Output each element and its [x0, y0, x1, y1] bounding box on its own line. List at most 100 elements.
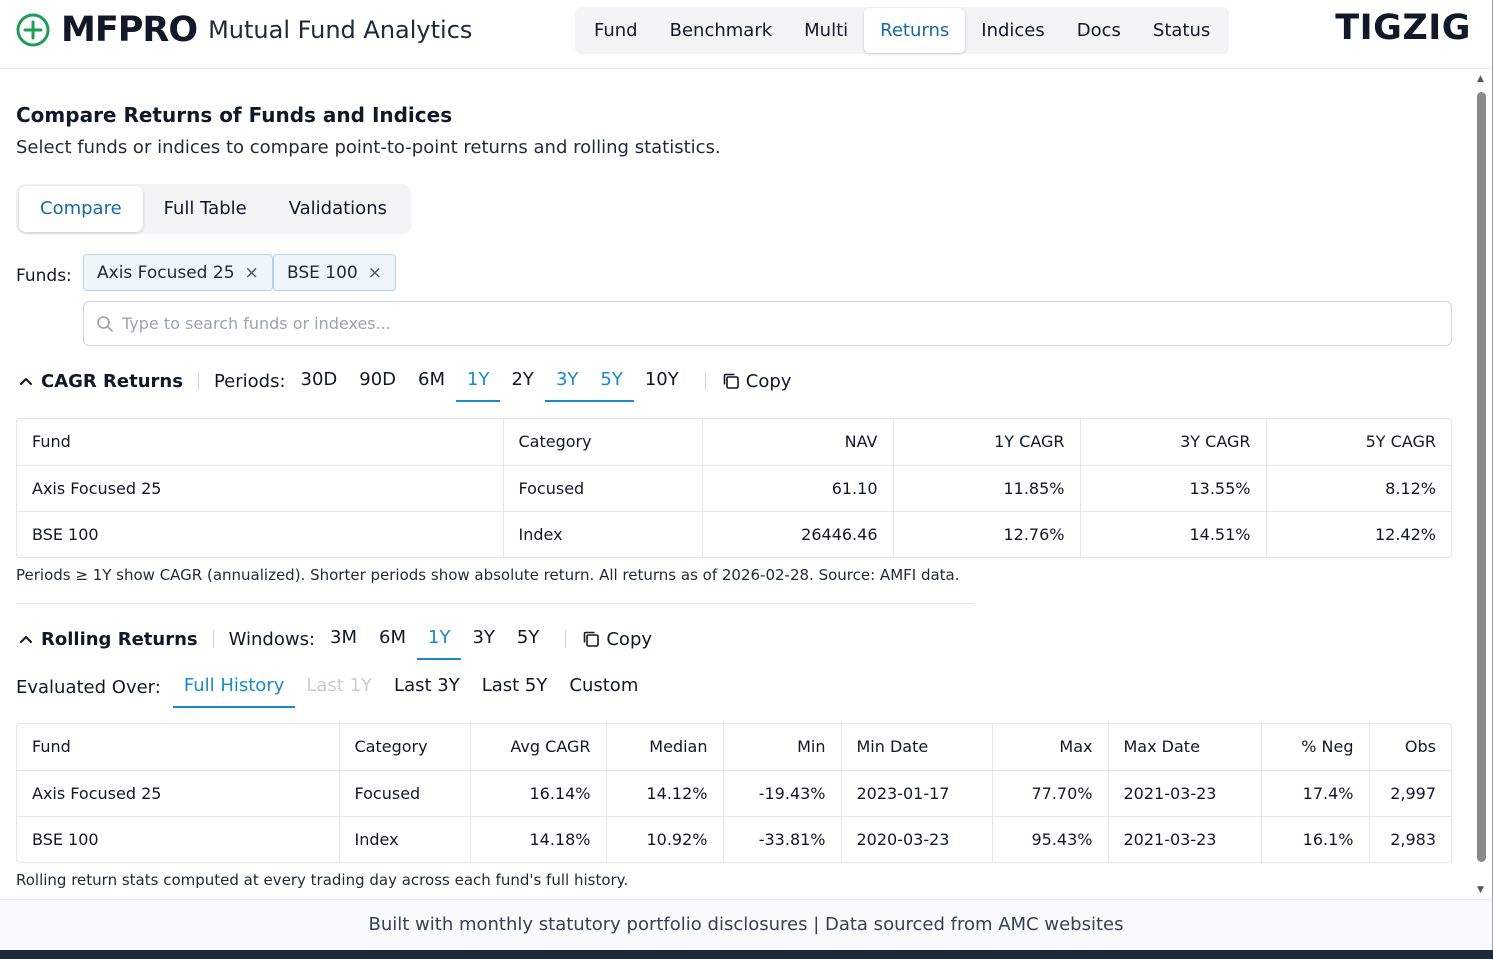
funds-label: Funds: [16, 266, 72, 286]
period-3y[interactable]: 3Y [544, 360, 590, 402]
cell-3y-cagr: 13.55% [1080, 465, 1267, 512]
scroll-thumb[interactable] [1477, 92, 1486, 862]
cell-fund: Axis Focused 25 [17, 465, 504, 512]
period-30d[interactable]: 30D [290, 360, 349, 402]
col-pct-neg[interactable]: % Neg [1261, 724, 1370, 771]
tab-validations[interactable]: Validations [268, 186, 408, 232]
nav-benchmark[interactable]: Benchmark [654, 8, 789, 53]
cell-1y-cagr: 12.76% [893, 511, 1081, 557]
tigzig-logo[interactable]: TIGZIG [1335, 8, 1471, 48]
col-obs[interactable]: Obs [1369, 724, 1451, 771]
col-median[interactable]: Median [606, 724, 724, 771]
chevron-up-icon[interactable] [19, 374, 33, 388]
page-title: Compare Returns of Funds and Indices [16, 103, 453, 127]
col-5y-cagr[interactable]: 5Y CAGR [1266, 419, 1451, 466]
plus-circle-icon [16, 13, 50, 47]
rolling-copy-button[interactable]: Copy [581, 629, 652, 650]
eval-full-history[interactable]: Full History [172, 666, 296, 708]
cagr-section-title[interactable]: CAGR Returns [41, 371, 183, 392]
nav-fund[interactable]: Fund [578, 8, 654, 53]
period-1y[interactable]: 1Y [456, 360, 501, 402]
fund-search-box[interactable] [83, 301, 1452, 346]
eval-last-1y: Last 1Y [306, 675, 373, 696]
nav-returns[interactable]: Returns [864, 8, 966, 53]
eval-custom[interactable]: Custom [558, 666, 649, 708]
copy-icon [584, 631, 600, 647]
chevron-up-icon[interactable] [19, 632, 33, 646]
cell-fund: BSE 100 [17, 511, 504, 557]
cell-pct-neg: 17.4% [1261, 770, 1370, 817]
col-min[interactable]: Min [723, 724, 842, 771]
remove-fund-close-icon[interactable]: × [368, 263, 382, 283]
cagr-footnote: Periods ≥ 1Y show CAGR (annualized). Sho… [16, 566, 960, 584]
col-fund[interactable]: Fund [17, 419, 504, 466]
cell-category: Index [339, 816, 471, 862]
col-max[interactable]: Max [992, 724, 1109, 771]
table-header-row: Fund Category NAV 1Y CAGR 3Y CAGR 5Y CAG… [17, 419, 1451, 466]
nav-indices[interactable]: Indices [965, 8, 1061, 53]
eval-last-3y[interactable]: Last 3Y [383, 666, 471, 708]
scroll-down-arrow-icon[interactable]: ▼ [1477, 885, 1484, 895]
tab-compare[interactable]: Compare [19, 186, 143, 232]
fund-search-input[interactable] [122, 314, 1422, 333]
col-fund[interactable]: Fund [17, 724, 340, 771]
page-subtitle: Select funds or indices to compare point… [16, 137, 721, 158]
rolling-section-title[interactable]: Rolling Returns [41, 629, 198, 650]
col-min-date[interactable]: Min Date [841, 724, 993, 771]
col-max-date[interactable]: Max Date [1108, 724, 1262, 771]
cagr-controls: CAGR Returns Periods: 30D 90D 6M 1Y 2Y 3… [16, 360, 791, 402]
cell-min-date: 2023-01-17 [841, 770, 993, 817]
col-nav[interactable]: NAV [702, 419, 894, 466]
cell-fund: BSE 100 [17, 816, 340, 862]
cagr-copy-button[interactable]: Copy [721, 370, 792, 392]
scroll-up-arrow-icon[interactable]: ▲ [1477, 74, 1484, 84]
evaluated-over-controls: Evaluated Over: Full History Last 1Y Las… [16, 666, 649, 708]
col-category[interactable]: Category [339, 724, 471, 771]
logo[interactable]: MFPRO Mutual Fund Analytics [16, 12, 472, 48]
tab-full-table[interactable]: Full Table [143, 186, 268, 232]
window-5y[interactable]: 5Y [506, 618, 550, 660]
fund-chip-bse-100: BSE 100 × [273, 254, 396, 291]
period-90d[interactable]: 90D [348, 360, 407, 402]
col-1y-cagr[interactable]: 1Y CAGR [893, 419, 1081, 466]
copy-label: Copy [606, 628, 653, 650]
copy-label: Copy [745, 370, 792, 392]
evaluated-over-label: Evaluated Over: [16, 676, 161, 698]
cell-avg-cagr: 16.14% [470, 770, 607, 817]
page-footer: Built with monthly statutory portfolio d… [0, 899, 1492, 950]
fund-chip-label: BSE 100 [287, 262, 358, 283]
remove-fund-close-icon[interactable]: × [245, 263, 259, 283]
col-avg-cagr[interactable]: Avg CAGR [470, 724, 607, 771]
search-icon [97, 315, 113, 332]
cell-category: Focused [503, 465, 703, 512]
eval-last-5y[interactable]: Last 5Y [471, 666, 559, 708]
col-3y-cagr[interactable]: 3Y CAGR [1080, 419, 1267, 466]
separator [212, 630, 214, 648]
window-3y[interactable]: 3Y [461, 618, 505, 660]
fund-chip-label: Axis Focused 25 [97, 262, 235, 283]
copy-icon [723, 373, 739, 389]
window-3m[interactable]: 3M [319, 618, 368, 660]
cell-median: 14.12% [606, 770, 724, 817]
cell-category: Index [503, 511, 703, 557]
nav-docs[interactable]: Docs [1061, 8, 1137, 53]
period-2y[interactable]: 2Y [500, 360, 544, 402]
brand-name: MFPRO [61, 10, 198, 50]
cell-category: Focused [339, 770, 471, 817]
window-6m[interactable]: 6M [368, 618, 417, 660]
col-category[interactable]: Category [503, 419, 703, 466]
cell-max: 95.43% [992, 816, 1109, 862]
period-10y[interactable]: 10Y [634, 360, 690, 402]
cell-3y-cagr: 14.51% [1080, 511, 1267, 557]
table-row: BSE 100 Index 26446.46 12.76% 14.51% 12.… [17, 511, 1451, 557]
period-6m[interactable]: 6M [407, 360, 456, 402]
nav-multi[interactable]: Multi [788, 8, 864, 53]
window-1y[interactable]: 1Y [417, 618, 462, 660]
nav-status[interactable]: Status [1137, 8, 1226, 53]
periods-label: Periods: [213, 370, 286, 392]
cell-min: -19.43% [723, 770, 842, 817]
cell-min: -33.81% [723, 816, 842, 862]
cell-obs: 2,997 [1369, 770, 1451, 817]
vertical-scrollbar[interactable]: ▲ ▼ [1476, 70, 1488, 897]
period-5y[interactable]: 5Y [589, 360, 634, 402]
